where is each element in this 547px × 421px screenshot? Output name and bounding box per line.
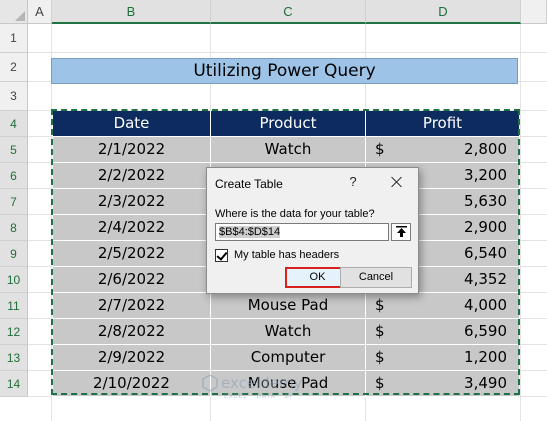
row-header-6[interactable]: 6 <box>0 163 28 189</box>
product-cell[interactable]: Watch <box>211 319 366 345</box>
row-header-9[interactable]: 9 <box>0 241 28 267</box>
help-button[interactable]: ? <box>346 174 360 190</box>
date-cell[interactable]: 2/2/2022 <box>53 163 211 189</box>
profit-cell[interactable]: $3,490 <box>366 371 520 397</box>
close-icon[interactable] <box>388 173 406 191</box>
date-cell[interactable]: 2/1/2022 <box>53 137 211 163</box>
product-cell[interactable]: Mouse Pad <box>211 371 366 397</box>
currency-symbol: $ <box>375 140 385 158</box>
select-all-corner[interactable] <box>0 0 28 24</box>
product-cell[interactable]: Watch <box>211 137 366 163</box>
headers-checkbox[interactable] <box>215 249 228 262</box>
profit-amount: 6,590 <box>464 322 507 340</box>
row-header-10[interactable]: 10 <box>0 267 28 293</box>
range-prompt: Where is the data for your table? <box>215 208 375 220</box>
column-header-a[interactable]: A <box>28 0 52 24</box>
currency-symbol: $ <box>375 296 385 314</box>
gridline <box>28 52 547 53</box>
row-header-11[interactable]: 11 <box>0 293 28 319</box>
row-header-2[interactable]: 2 <box>0 53 28 82</box>
profit-cell[interactable]: $6,590 <box>366 319 520 345</box>
profit-amount: 2,800 <box>464 140 507 158</box>
column-header-blank <box>521 0 547 24</box>
profit-cell[interactable]: $1,200 <box>366 345 520 371</box>
gridline <box>520 24 521 421</box>
header-date[interactable]: Date <box>53 111 211 137</box>
spreadsheet: A B C D 1 2 3 4 5 6 7 8 9 10 11 12 13 14 Utilizing Po… <box>0 0 547 421</box>
profit-amount: 4,352 <box>464 270 507 288</box>
collapse-dialog-button[interactable] <box>391 223 411 241</box>
product-cell[interactable]: Computer <box>211 345 366 371</box>
currency-symbol: $ <box>375 322 385 340</box>
cancel-button[interactable]: Cancel <box>340 267 412 288</box>
create-table-dialog: Create Table ? Where is the data for you… <box>206 167 419 294</box>
date-cell[interactable]: 2/6/2022 <box>53 267 211 293</box>
dialog-title: Create Table <box>215 177 283 191</box>
row-header-13[interactable]: 13 <box>0 345 28 371</box>
column-header-c[interactable]: C <box>211 0 366 24</box>
row-header-8[interactable]: 8 <box>0 215 28 241</box>
sheet-title[interactable]: Utilizing Power Query <box>51 58 518 84</box>
profit-amount: 1,200 <box>464 348 507 366</box>
row-header-14[interactable]: 14 <box>0 371 28 397</box>
currency-symbol: $ <box>375 374 385 392</box>
row-header-1[interactable]: 1 <box>0 24 28 53</box>
profit-amount: 5,630 <box>464 192 507 210</box>
row-header-7[interactable]: 7 <box>0 189 28 215</box>
profit-amount: 2,900 <box>464 218 507 236</box>
date-cell[interactable]: 2/7/2022 <box>53 293 211 319</box>
profit-cell[interactable]: $2,800 <box>366 137 520 163</box>
row-header-3[interactable]: 3 <box>0 82 28 111</box>
row-header-12[interactable]: 12 <box>0 319 28 345</box>
row-header-4[interactable]: 4 <box>0 111 28 137</box>
profit-amount: 3,490 <box>464 374 507 392</box>
arrow-up-icon <box>396 226 407 237</box>
product-cell[interactable]: Mouse Pad <box>211 293 366 319</box>
profit-amount: 6,540 <box>464 244 507 262</box>
date-cell[interactable]: 2/5/2022 <box>53 241 211 267</box>
column-header-b[interactable]: B <box>52 0 211 24</box>
date-cell[interactable]: 2/9/2022 <box>53 345 211 371</box>
row-header-5[interactable]: 5 <box>0 137 28 163</box>
column-header-d[interactable]: D <box>366 0 521 24</box>
header-profit[interactable]: Profit <box>366 111 520 137</box>
profit-amount: 4,000 <box>464 296 507 314</box>
date-cell[interactable]: 2/10/2022 <box>53 371 211 397</box>
header-product[interactable]: Product <box>211 111 366 137</box>
profit-cell[interactable]: $4,000 <box>366 293 520 319</box>
date-cell[interactable]: 2/4/2022 <box>53 215 211 241</box>
date-cell[interactable]: 2/3/2022 <box>53 189 211 215</box>
currency-symbol: $ <box>375 348 385 366</box>
date-cell[interactable]: 2/8/2022 <box>53 319 211 345</box>
range-input[interactable]: $B$4:$D$14 <box>215 223 389 241</box>
profit-amount: 3,200 <box>464 166 507 184</box>
headers-checkbox-label[interactable]: My table has headers <box>234 249 339 261</box>
range-input-value: $B$4:$D$14 <box>219 226 281 238</box>
